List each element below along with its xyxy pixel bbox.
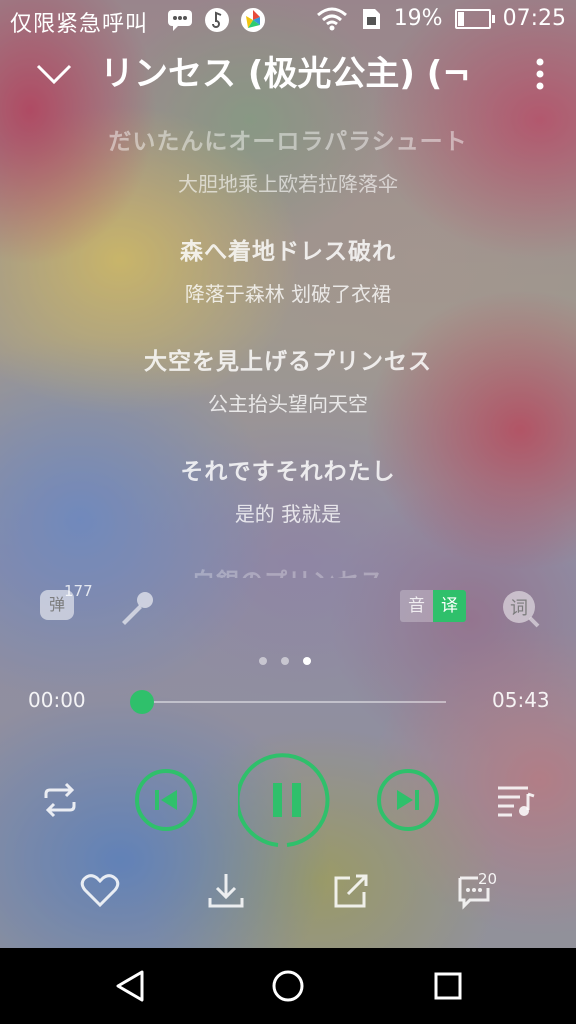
home-nav-button[interactable] [270,968,306,1004]
lyric-translation: 是的 我就是 [234,502,342,526]
download-icon [208,874,244,908]
karaoke-button[interactable] [118,588,158,628]
danmu-count: 177 [64,582,93,600]
lyric-line: 森へ着地ドレス破れ [180,239,396,265]
back-nav-button[interactable] [112,968,148,1004]
home-circle-icon [272,970,304,1002]
notification-icons [166,7,266,33]
comment-count: 20 [478,870,498,888]
danmu-label: 弹 [48,595,65,614]
recents-square-icon [434,972,462,1000]
previous-button[interactable] [134,768,198,832]
lyric-line: 白銀のプリンセス [0,562,576,578]
lyric-translation: 降落于森林 划破了衣裙 [184,282,392,306]
translation-toggle[interactable]: 音 译 [400,590,466,622]
current-time: 00:00 [28,688,86,712]
heart-icon [80,874,120,908]
pause-button[interactable] [238,751,336,849]
music-app-icon [205,8,229,32]
lyric-line: だいたんにオーロラパラシュート [108,129,468,155]
pause-icon [238,753,330,847]
lyrics-search-icon: 词 [503,591,540,628]
repeat-mode-button[interactable] [38,780,82,820]
back-triangle-icon [116,970,144,1002]
progress-thumb[interactable] [130,690,154,714]
download-button[interactable] [206,872,246,910]
song-title: リンセス (极光公主) (¬ [100,54,471,94]
total-time: 05:43 [492,688,550,712]
lyric-translation: 大胆地乘上欧若拉降落伞 [178,172,398,196]
clock: 07:25 [502,6,566,31]
page-dot [281,657,289,665]
toggle-original[interactable]: 音 [400,590,433,622]
carrier-text: 仅限紧急呼叫 [10,12,149,37]
page-indicator [259,657,311,665]
toggle-translation[interactable]: 译 [433,590,466,622]
ci-label: 词 [510,598,528,619]
skip-next-icon [377,769,439,831]
lyric-line: それですそれわたし [180,459,396,485]
share-icon [334,874,368,908]
chevron-down-icon [36,64,72,85]
next-button[interactable] [376,768,440,832]
page-dot [259,657,267,665]
battery-percent: 19% [393,6,443,31]
lyrics-panel[interactable]: だいたんにオーロラパラシュート 大胆地乘上欧若拉降落伞 森へ着地ドレス破れ 降落… [0,118,576,578]
recents-nav-button[interactable] [430,968,466,1004]
page-dot-active [303,657,311,665]
lyric-line: 大空を見上げるプリンセス [144,349,432,375]
sim-card-icon [362,8,380,29]
status-bar: 仅限紧急呼叫 19% 07:25 [0,0,576,42]
more-options-button[interactable] [526,56,554,92]
more-vertical-icon [536,58,544,90]
wifi-icon [316,7,347,30]
message-icon [168,10,192,31]
share-button[interactable] [332,872,370,910]
microphone-icon [122,592,153,625]
like-button[interactable] [80,872,120,908]
app-icon-colorful [241,8,265,32]
skip-previous-icon [135,769,197,831]
lyric-translation: 公主抬头望向天空 [208,392,368,416]
system-navigation-bar [0,948,576,1024]
lyrics-search-button[interactable]: 词 [500,588,542,630]
repeat-icon [44,782,76,818]
battery-icon [454,8,495,29]
collapse-player-button[interactable] [34,58,74,90]
playlist-button[interactable] [494,780,538,820]
playlist-icon [498,786,535,817]
progress-track[interactable] [142,701,446,703]
